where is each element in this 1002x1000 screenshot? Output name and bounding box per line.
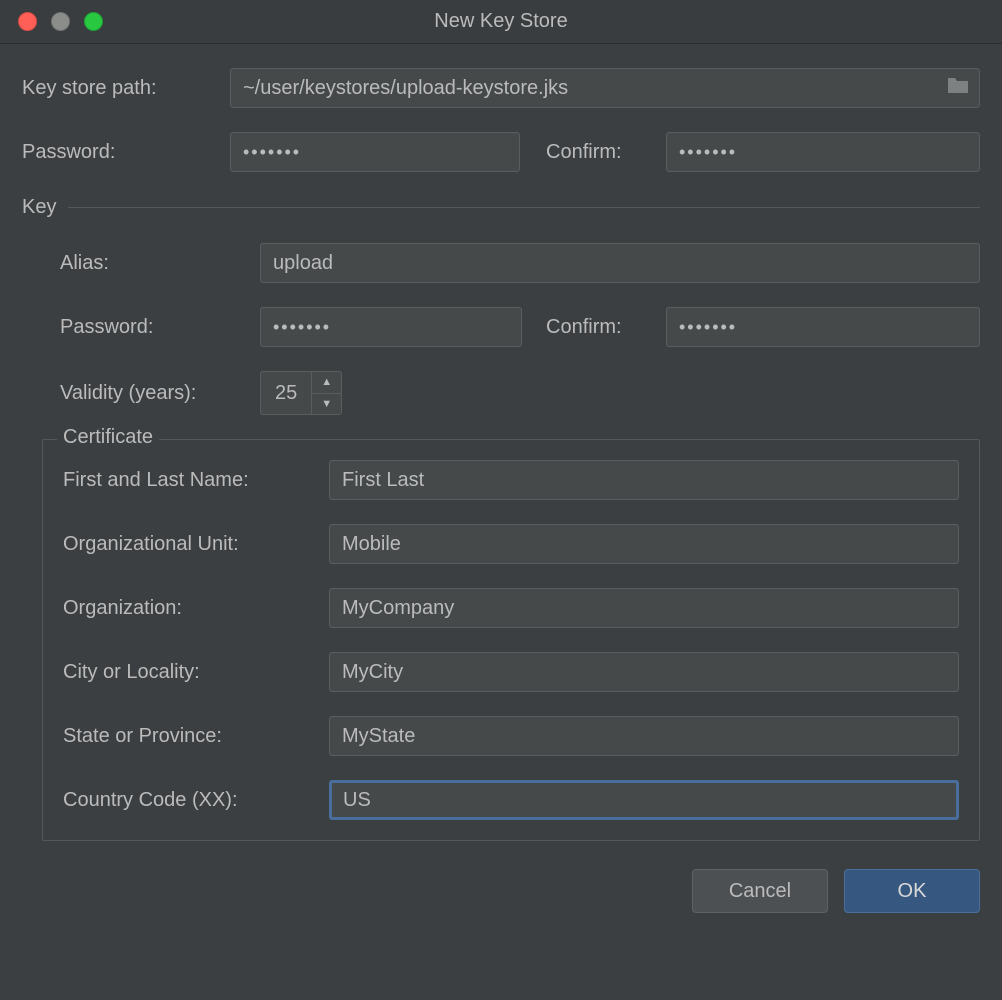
dialog-content: Key store path: ~/user/keystores/upload-…: [0, 44, 1002, 841]
alias-row: Alias: upload: [60, 243, 980, 283]
validity-spinner[interactable]: 25 ▲ ▼: [260, 371, 342, 415]
spinner-buttons: ▲ ▼: [311, 372, 341, 414]
folder-icon[interactable]: [947, 76, 969, 100]
validity-row: Validity (years): 25 ▲ ▼: [60, 371, 980, 415]
key-password-input[interactable]: •••••••: [260, 307, 522, 347]
cancel-button[interactable]: Cancel: [692, 869, 828, 913]
first-last-row: First and Last Name: First Last: [63, 460, 959, 500]
organization-input[interactable]: MyCompany: [329, 588, 959, 628]
org-unit-row: Organizational Unit: Mobile: [63, 524, 959, 564]
country-row: Country Code (XX): US: [63, 780, 959, 820]
key-password-label: Password:: [60, 316, 260, 339]
state-input[interactable]: MyState: [329, 716, 959, 756]
keystore-path-label: Key store path:: [22, 77, 230, 100]
keystore-path-input[interactable]: ~/user/keystores/upload-keystore.jks: [230, 68, 980, 108]
validity-label: Validity (years):: [60, 382, 260, 405]
org-unit-input[interactable]: Mobile: [329, 524, 959, 564]
alias-label: Alias:: [60, 252, 260, 275]
keystore-password-input[interactable]: •••••••: [230, 132, 520, 172]
keystore-password-label: Password:: [22, 141, 230, 164]
validity-value: 25: [261, 372, 311, 414]
state-label: State or Province:: [63, 725, 329, 748]
spinner-down[interactable]: ▼: [312, 394, 341, 415]
divider: [68, 207, 980, 208]
window-title: New Key Store: [0, 10, 1002, 33]
keystore-path-row: Key store path: ~/user/keystores/upload-…: [22, 68, 980, 108]
alias-input[interactable]: upload: [260, 243, 980, 283]
country-label: Country Code (XX):: [63, 789, 329, 812]
organization-row: Organization: MyCompany: [63, 588, 959, 628]
certificate-legend: Certificate: [57, 426, 159, 449]
keystore-confirm-input[interactable]: •••••••: [666, 132, 980, 172]
state-row: State or Province: MyState: [63, 716, 959, 756]
traffic-lights: [0, 12, 103, 31]
dialog-footer: Cancel OK: [0, 841, 1002, 913]
keystore-confirm-label: Confirm:: [546, 141, 666, 164]
maximize-window-button[interactable]: [84, 12, 103, 31]
key-password-row: Password: ••••••• Confirm: •••••••: [60, 307, 980, 347]
certificate-fieldset: Certificate First and Last Name: First L…: [42, 439, 980, 841]
org-unit-label: Organizational Unit:: [63, 533, 329, 556]
minimize-window-button[interactable]: [51, 12, 70, 31]
city-label: City or Locality:: [63, 661, 329, 684]
key-confirm-input[interactable]: •••••••: [666, 307, 980, 347]
city-row: City or Locality: MyCity: [63, 652, 959, 692]
first-last-label: First and Last Name:: [63, 469, 329, 492]
spinner-up[interactable]: ▲: [312, 372, 341, 394]
country-input[interactable]: US: [329, 780, 959, 820]
ok-button[interactable]: OK: [844, 869, 980, 913]
key-section-header: Key: [22, 196, 980, 219]
key-section-label: Key: [22, 196, 56, 219]
keystore-password-row: Password: ••••••• Confirm: •••••••: [22, 132, 980, 172]
organization-label: Organization:: [63, 597, 329, 620]
close-window-button[interactable]: [18, 12, 37, 31]
keystore-path-value: ~/user/keystores/upload-keystore.jks: [243, 77, 568, 100]
city-input[interactable]: MyCity: [329, 652, 959, 692]
key-confirm-label: Confirm:: [546, 316, 666, 339]
first-last-input[interactable]: First Last: [329, 460, 959, 500]
titlebar: New Key Store: [0, 0, 1002, 44]
